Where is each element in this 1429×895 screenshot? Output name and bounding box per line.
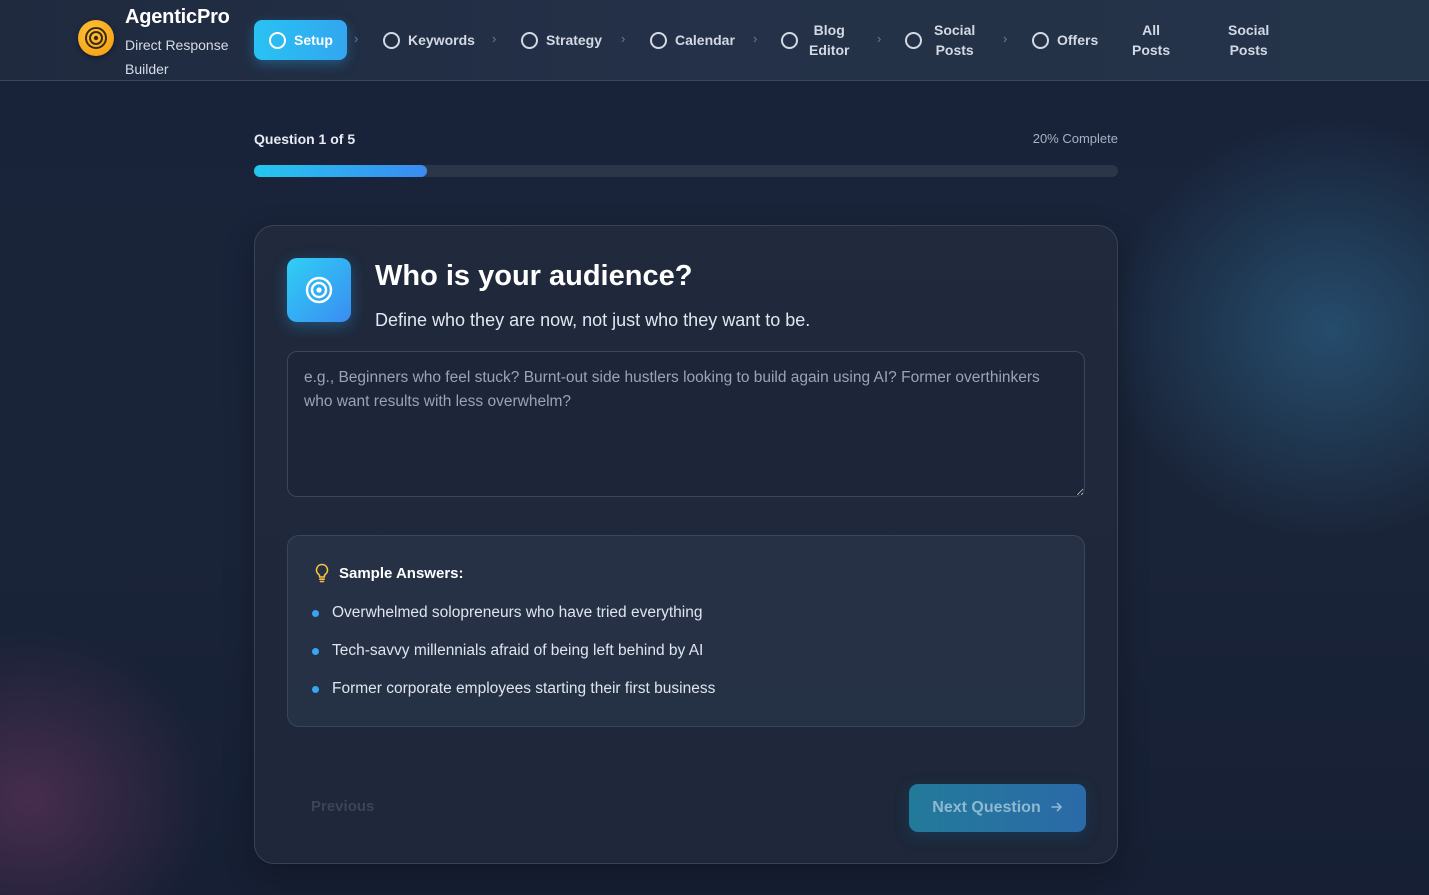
- step-circle-icon: [1032, 31, 1049, 49]
- chevron-right-icon: ›: [621, 31, 626, 46]
- nav-link-social-posts[interactable]: Social Posts: [1228, 20, 1269, 60]
- nav-step-calendar[interactable]: Calendar: [650, 20, 735, 60]
- step-circle-icon: [383, 31, 400, 49]
- nav-step-setup[interactable]: Setup: [254, 20, 347, 60]
- nav-step-label: Offers: [1057, 32, 1099, 48]
- step-circle-icon: [269, 31, 286, 49]
- top-navigation-bar: AgenticPro Direct Response Builder Setup…: [0, 0, 1429, 81]
- bullet-dot: [312, 647, 319, 655]
- target-icon: [287, 258, 351, 322]
- sample-answers-heading: Sample Answers:: [314, 563, 464, 583]
- bullet-dot: [312, 609, 319, 617]
- next-question-button[interactable]: Next Question: [909, 784, 1086, 832]
- nav-step-offers[interactable]: Offers: [1032, 20, 1098, 60]
- lightbulb-icon: [315, 563, 329, 583]
- nav-step-label: Strategy: [546, 32, 603, 48]
- sample-answer-text: Former corporate employees starting thei…: [332, 680, 716, 697]
- nav-step-label: Blog Editor: [809, 22, 850, 58]
- previous-button[interactable]: Previous: [311, 798, 374, 815]
- audience-answer-textarea[interactable]: [287, 351, 1085, 497]
- sample-answer-text: Overwhelmed solopreneurs who have tried …: [332, 604, 703, 621]
- chevron-right-icon: ›: [492, 31, 497, 46]
- sample-answer-item[interactable]: Tech-savvy millennials afraid of being l…: [312, 642, 703, 660]
- question-subtitle: Define who they are now, not just who th…: [375, 310, 811, 330]
- question-title: Who is your audience?: [375, 260, 693, 292]
- nav-step-label: Keywords: [408, 32, 475, 48]
- nav-step-label: Setup: [294, 32, 333, 48]
- nav-link-all-posts[interactable]: All Posts: [1132, 20, 1170, 60]
- progress-bar: [254, 165, 1118, 177]
- chevron-right-icon: ›: [1003, 31, 1008, 46]
- target-icon: [78, 20, 114, 56]
- nav-step-label: Calendar: [675, 32, 735, 48]
- step-circle-icon: [521, 31, 538, 49]
- arrow-right-icon: [1050, 800, 1063, 817]
- sample-answer-item[interactable]: Overwhelmed solopreneurs who have tried …: [312, 604, 702, 622]
- brand-title: AgenticPro: [125, 6, 230, 28]
- step-circle-icon: [905, 31, 922, 49]
- question-card: Who is your audience? Define who they ar…: [254, 225, 1118, 864]
- nav-step-strategy[interactable]: Strategy: [521, 20, 602, 60]
- question-counter: Question 1 of 5: [254, 131, 356, 147]
- next-question-label: Next Question: [932, 799, 1041, 816]
- chevron-right-icon: ›: [877, 31, 882, 46]
- bullet-dot: [312, 685, 319, 693]
- nav-step-label: Social Posts: [934, 22, 976, 58]
- chevron-right-icon: ›: [753, 31, 758, 46]
- sample-answer-item[interactable]: Former corporate employees starting thei…: [312, 680, 715, 698]
- sample-answers-panel: Sample Answers: Overwhelmed solopreneurs…: [287, 535, 1085, 727]
- step-circle-icon: [781, 31, 798, 49]
- progress-percent-label: 20% Complete: [1032, 131, 1118, 146]
- chevron-right-icon: ›: [354, 31, 359, 46]
- sample-answer-text: Tech-savvy millennials afraid of being l…: [332, 642, 704, 659]
- step-circle-icon: [650, 31, 667, 49]
- nav-link-label: Social Posts: [1228, 22, 1270, 58]
- nav-step-social-posts[interactable]: Social Posts: [905, 20, 975, 60]
- brand-subtitle: Direct Response Builder: [125, 37, 229, 77]
- sample-answers-title: Sample Answers:: [339, 564, 464, 582]
- progress-bar-fill: [254, 165, 427, 177]
- nav-link-label: All Posts: [1132, 22, 1171, 58]
- nav-step-keywords[interactable]: Keywords: [383, 20, 475, 60]
- nav-step-blog-editor[interactable]: Blog Editor: [781, 20, 849, 60]
